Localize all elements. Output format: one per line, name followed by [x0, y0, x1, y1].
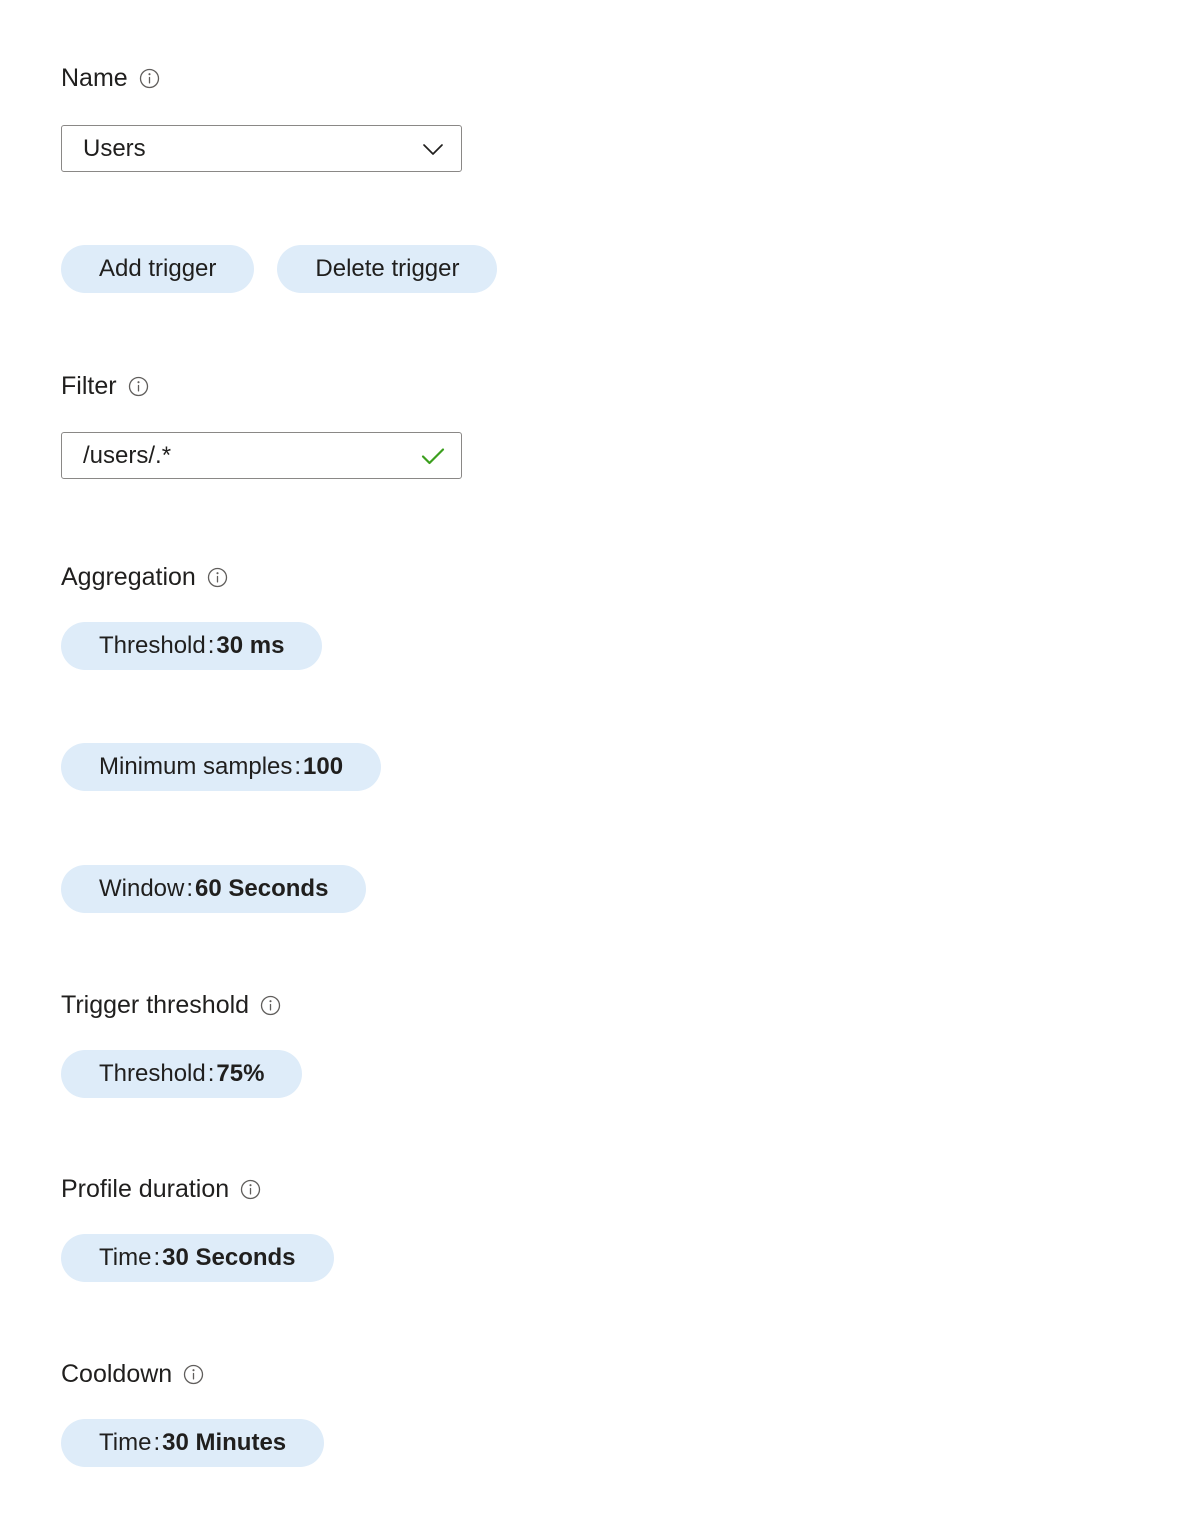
- name-label-group: Name: [61, 66, 160, 91]
- chip-label: Time: [99, 1429, 152, 1456]
- info-circle-icon[interactable]: [240, 1179, 261, 1200]
- chip-separator: :: [207, 632, 215, 659]
- chip-separator: :: [186, 875, 194, 902]
- chip-label: Time: [99, 1244, 152, 1271]
- cooldown-time-chip[interactable]: Time : 30 Minutes: [61, 1419, 325, 1467]
- trigger-threshold-chip[interactable]: Threshold : 75%: [61, 1050, 303, 1098]
- chip-value: 30 ms: [216, 632, 285, 659]
- cooldown-label: Cooldown: [61, 1360, 173, 1388]
- name-dropdown[interactable]: Users: [61, 125, 462, 172]
- chip-value: 60 Seconds: [195, 875, 329, 902]
- info-circle-icon[interactable]: [139, 68, 160, 89]
- name-dropdown-value: Users: [83, 136, 146, 161]
- profile-duration-label: Profile duration: [61, 1175, 230, 1203]
- delete-trigger-button[interactable]: Delete trigger: [277, 245, 498, 293]
- filter-label: Filter: [61, 372, 117, 400]
- aggregation-label-group: Aggregation: [61, 565, 228, 590]
- chevron-down-icon[interactable]: [418, 134, 448, 164]
- aggregation-threshold-chip[interactable]: Threshold : 30 ms: [61, 622, 323, 670]
- checkmark-icon: [418, 441, 448, 471]
- chip-value: 30 Seconds: [162, 1244, 296, 1271]
- chip-label: Threshold: [99, 632, 206, 659]
- info-circle-icon[interactable]: [260, 995, 281, 1016]
- chip-value: 30 Minutes: [162, 1429, 287, 1456]
- filter-input-wrapper[interactable]: /users/.*: [61, 432, 462, 479]
- trigger-threshold-label-group: Trigger threshold: [61, 993, 281, 1018]
- chip-value: 75%: [216, 1060, 265, 1087]
- info-circle-icon[interactable]: [183, 1364, 204, 1385]
- profile-duration-label-group: Profile duration: [61, 1177, 261, 1202]
- aggregation-window-chip[interactable]: Window : 60 Seconds: [61, 865, 367, 913]
- add-trigger-button[interactable]: Add trigger: [61, 245, 255, 293]
- trigger-threshold-label: Trigger threshold: [61, 991, 250, 1019]
- chip-value: 100: [303, 753, 344, 780]
- info-circle-icon[interactable]: [128, 376, 149, 397]
- chip-label: Minimum samples: [99, 753, 293, 780]
- chip-separator: :: [294, 753, 302, 780]
- name-label: Name: [61, 64, 128, 92]
- trigger-button-row: Add trigger Delete trigger: [61, 245, 498, 293]
- info-circle-icon[interactable]: [207, 567, 228, 588]
- cooldown-label-group: Cooldown: [61, 1362, 204, 1387]
- chip-separator: :: [153, 1429, 161, 1456]
- chip-separator: :: [153, 1244, 161, 1271]
- aggregation-label: Aggregation: [61, 563, 196, 591]
- profile-duration-time-chip[interactable]: Time : 30 Seconds: [61, 1234, 334, 1282]
- chip-label: Window: [99, 875, 185, 902]
- chip-label: Threshold: [99, 1060, 206, 1087]
- trigger-settings-form: Name Users Add trigger Delete trigger Fi…: [0, 0, 1197, 1530]
- filter-label-group: Filter: [61, 374, 149, 399]
- aggregation-minimum-samples-chip[interactable]: Minimum samples : 100: [61, 743, 382, 791]
- chip-separator: :: [207, 1060, 215, 1087]
- filter-input[interactable]: /users/.*: [83, 444, 418, 468]
